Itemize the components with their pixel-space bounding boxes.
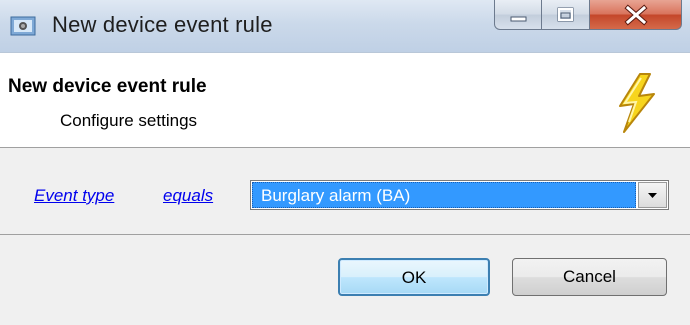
title-bar[interactable]: New device event rule (0, 0, 690, 53)
dropdown-toggle-button[interactable] (638, 182, 667, 208)
window-title: New device event rule (52, 12, 273, 37)
event-type-dropdown[interactable]: Burglary alarm (BA) (250, 180, 669, 210)
header-panel (0, 53, 690, 148)
maximize-icon (557, 7, 574, 22)
close-button[interactable] (590, 0, 682, 30)
chevron-down-icon (648, 193, 657, 198)
equals-operator-link[interactable]: equals (163, 186, 213, 206)
dropdown-selected-value: Burglary alarm (BA) (252, 182, 636, 208)
header-title: New device event rule (8, 76, 207, 97)
caption-buttons (494, 0, 682, 34)
minimize-button[interactable] (494, 0, 542, 30)
header-subtitle: Configure settings (60, 111, 198, 130)
app-icon (10, 16, 36, 36)
lightning-bolt-icon (619, 73, 655, 133)
event-type-link[interactable]: Event type (34, 186, 114, 206)
maximize-button[interactable] (542, 0, 590, 30)
minimize-icon (510, 16, 527, 22)
dialog-window: New device event rule New device event r… (0, 0, 690, 325)
close-icon (624, 4, 648, 26)
cancel-button[interactable]: Cancel (512, 258, 667, 296)
ok-button[interactable]: OK (338, 258, 490, 296)
